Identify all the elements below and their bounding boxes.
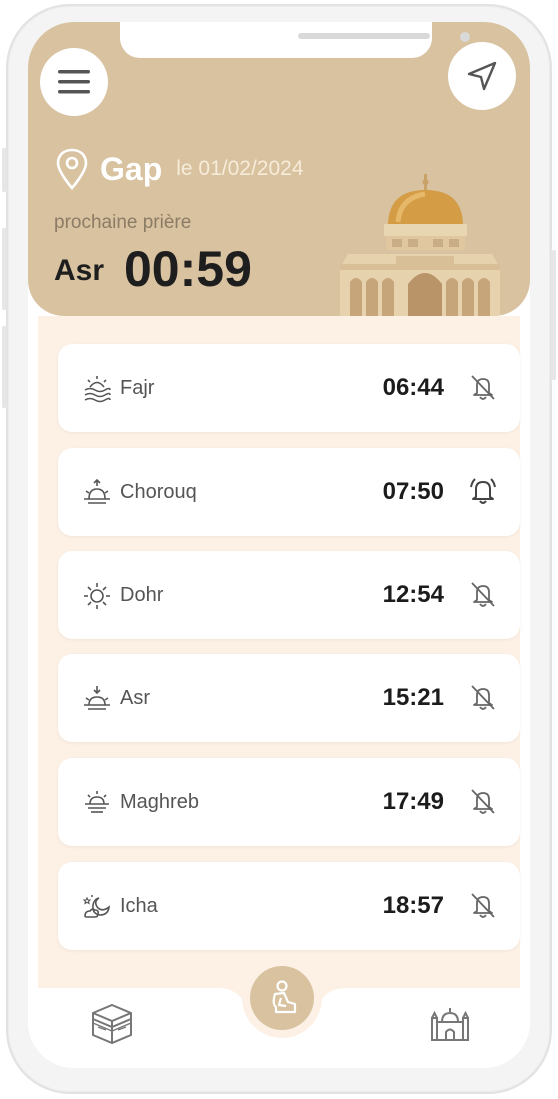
bell-off-icon[interactable] xyxy=(468,786,498,816)
bell-off-icon[interactable] xyxy=(468,682,498,712)
next-prayer-label: prochaine prière xyxy=(54,212,192,233)
prayer-time: 17:49 xyxy=(382,788,444,815)
prayer-time: 18:57 xyxy=(382,892,444,919)
sun-icon xyxy=(84,583,110,609)
prayer-name: Icha xyxy=(120,895,158,917)
bell-off-icon[interactable] xyxy=(468,372,498,402)
sunrise-icon xyxy=(84,478,110,504)
speaker xyxy=(298,33,430,39)
afternoon-icon xyxy=(84,686,110,710)
mosque-icon xyxy=(431,1008,469,1041)
side-button xyxy=(2,326,7,408)
prayer-card-fajr[interactable]: Fajr 06:44 xyxy=(58,344,520,432)
prayer-name: Fajr xyxy=(120,377,155,399)
send-location-icon xyxy=(467,61,497,91)
menu-icon xyxy=(58,70,90,94)
prayer-icon xyxy=(272,980,297,1014)
city-name: Gap xyxy=(100,150,163,187)
mosque-illustration xyxy=(340,174,500,316)
prayer-time: 15:21 xyxy=(382,684,444,711)
night-icon xyxy=(82,895,111,918)
prayer-name: Asr xyxy=(120,687,150,709)
prayer-list: Fajr 06:44 Chorouq 07:50 Dohr 12:54 Asr … xyxy=(38,316,520,1004)
prayer-time: 12:54 xyxy=(382,581,444,608)
mosque-nav-button[interactable] xyxy=(430,1004,470,1049)
dawn-icon xyxy=(84,376,111,403)
prayer-time: 06:44 xyxy=(382,374,444,401)
prayer-card-chorouq[interactable]: Chorouq 07:50 xyxy=(58,448,520,536)
side-button xyxy=(551,250,556,380)
menu-button[interactable] xyxy=(40,48,108,116)
kaaba-icon xyxy=(92,1003,132,1045)
kaaba-nav-button[interactable] xyxy=(90,1002,134,1051)
header: Gap le 01/02/2024 prochaine prière Asr 0… xyxy=(28,22,530,316)
camera xyxy=(460,32,470,42)
next-prayer-countdown: 00:59 xyxy=(124,241,252,297)
side-button xyxy=(2,228,7,310)
current-date: le 01/02/2024 xyxy=(176,157,304,180)
prayer-card-maghreb[interactable]: Maghreb 17:49 xyxy=(58,758,520,846)
sunset-icon xyxy=(85,791,109,813)
next-prayer-name: Asr xyxy=(54,254,105,287)
prayer-time: 07:50 xyxy=(382,478,444,505)
prayer-nav-button[interactable] xyxy=(250,966,314,1030)
map-pin-icon xyxy=(56,148,88,190)
app-screen: Gap le 01/02/2024 prochaine prière Asr 0… xyxy=(28,22,530,1068)
bell-off-icon[interactable] xyxy=(468,579,498,609)
side-button xyxy=(2,148,7,192)
prayer-name: Dohr xyxy=(120,584,164,606)
send-location-button[interactable] xyxy=(448,42,516,110)
prayer-name: Chorouq xyxy=(120,481,197,503)
notch xyxy=(120,22,470,58)
prayer-card-dohr[interactable]: Dohr 12:54 xyxy=(58,551,520,639)
prayer-card-asr[interactable]: Asr 15:21 xyxy=(58,654,520,742)
bell-off-icon[interactable] xyxy=(468,890,498,920)
prayer-card-icha[interactable]: Icha 18:57 xyxy=(58,862,520,950)
bell-on-icon[interactable] xyxy=(468,476,498,506)
prayer-name: Maghreb xyxy=(120,791,199,813)
location-row[interactable]: Gap le 01/02/2024 xyxy=(54,148,304,190)
